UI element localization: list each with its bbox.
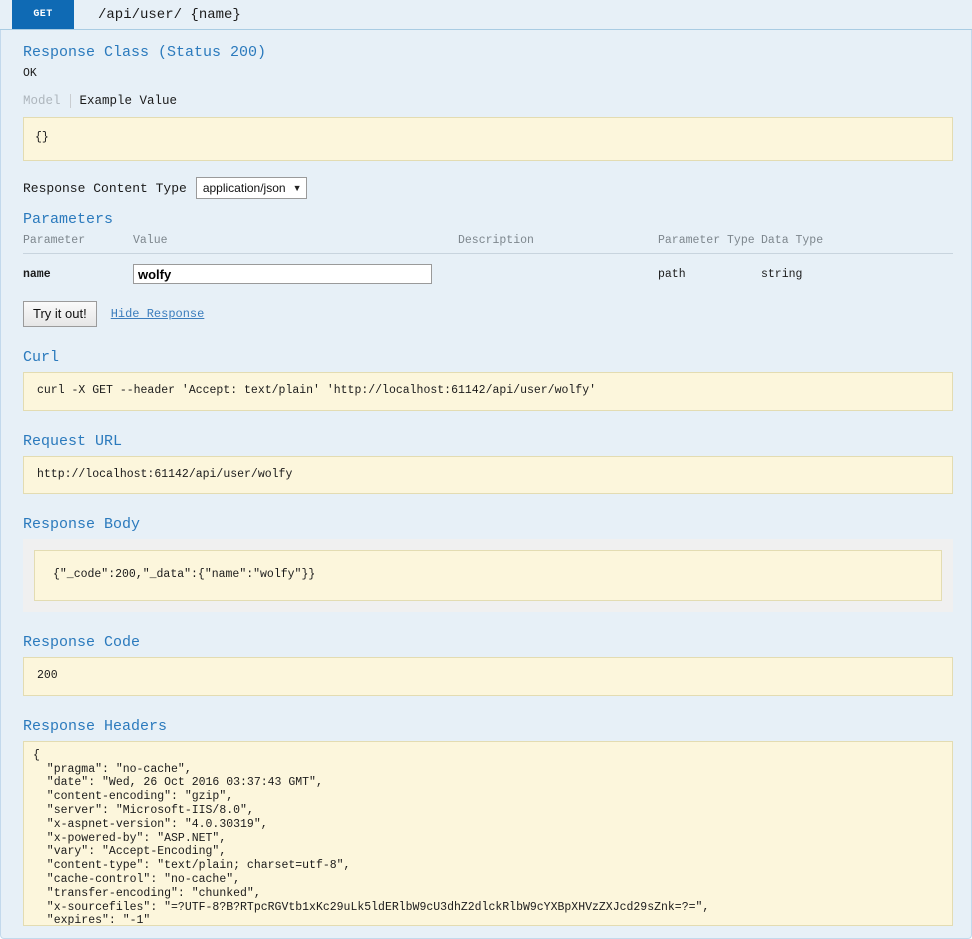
hide-response-link[interactable]: Hide Response [111, 307, 205, 321]
response-content-type-value: application/json [202, 181, 286, 195]
request-url-box: http://localhost:61142/api/user/wolfy [23, 455, 953, 495]
parameter-value-cell [133, 254, 458, 293]
parameter-description [458, 254, 658, 293]
response-content-type-label: Response Content Type [23, 180, 187, 196]
parameter-name: name [23, 267, 51, 281]
operation-panel: GET /api/user/ {name} Response Class (St… [0, 0, 972, 939]
response-class-status-text: OK [23, 67, 37, 80]
submit-row: Try it out! Hide Response [23, 301, 953, 327]
request-url-heading: Request URL [23, 432, 123, 450]
response-content-type-select[interactable]: application/json ▼ [195, 177, 308, 199]
parameters-table: Parameter Value Description Parameter Ty… [23, 234, 953, 292]
column-header-value: Value [133, 234, 458, 254]
response-body-heading: Response Body [23, 516, 141, 534]
tab-model[interactable]: Model [23, 94, 70, 108]
column-header-data-type: Data Type [761, 234, 953, 254]
table-header-row: Parameter Value Description Parameter Ty… [23, 234, 953, 254]
parameters-heading: Parameters [23, 211, 114, 228]
parameter-type: path [658, 267, 686, 281]
tab-example-value[interactable]: Example Value [69, 94, 177, 108]
example-value-box: {} [23, 117, 953, 161]
parameter-data-type: string [761, 267, 803, 281]
response-body-panel: {"_code":200,"_data":{"name":"wolfy"}} [23, 539, 953, 613]
parameter-value-input[interactable] [133, 264, 432, 284]
column-header-parameter-type: Parameter Type [658, 234, 761, 254]
operation-content: Response Class (Status 200) OK Model Exa… [1, 30, 971, 938]
curl-command-box: curl -X GET --header 'Accept: text/plain… [23, 372, 953, 411]
operation-heading[interactable]: GET /api/user/ {name} [0, 0, 972, 30]
column-header-description: Description [458, 234, 658, 254]
table-row: name path string [23, 254, 953, 293]
curl-heading: Curl [23, 349, 60, 366]
response-body-box: {"_code":200,"_data":{"name":"wolfy"}} [34, 550, 942, 602]
operation-path: /api/user/ {name} [98, 6, 241, 23]
response-headers-box: { "pragma": "no-cache", "date": "Wed, 26… [23, 740, 953, 926]
response-class-heading: Response Class (Status 200) [23, 44, 267, 61]
response-code-heading: Response Code [23, 634, 141, 652]
response-headers-heading: Response Headers [23, 717, 168, 735]
http-method-badge: GET [12, 0, 74, 29]
response-code-box: 200 [23, 657, 953, 696]
model-tabs: Model Example Value [23, 94, 953, 108]
column-header-parameter: Parameter [23, 234, 133, 254]
response-content-type-row: Response Content Type application/json ▼ [23, 177, 953, 199]
chevron-down-icon: ▼ [292, 183, 302, 193]
try-it-out-button[interactable]: Try it out! [23, 301, 97, 327]
